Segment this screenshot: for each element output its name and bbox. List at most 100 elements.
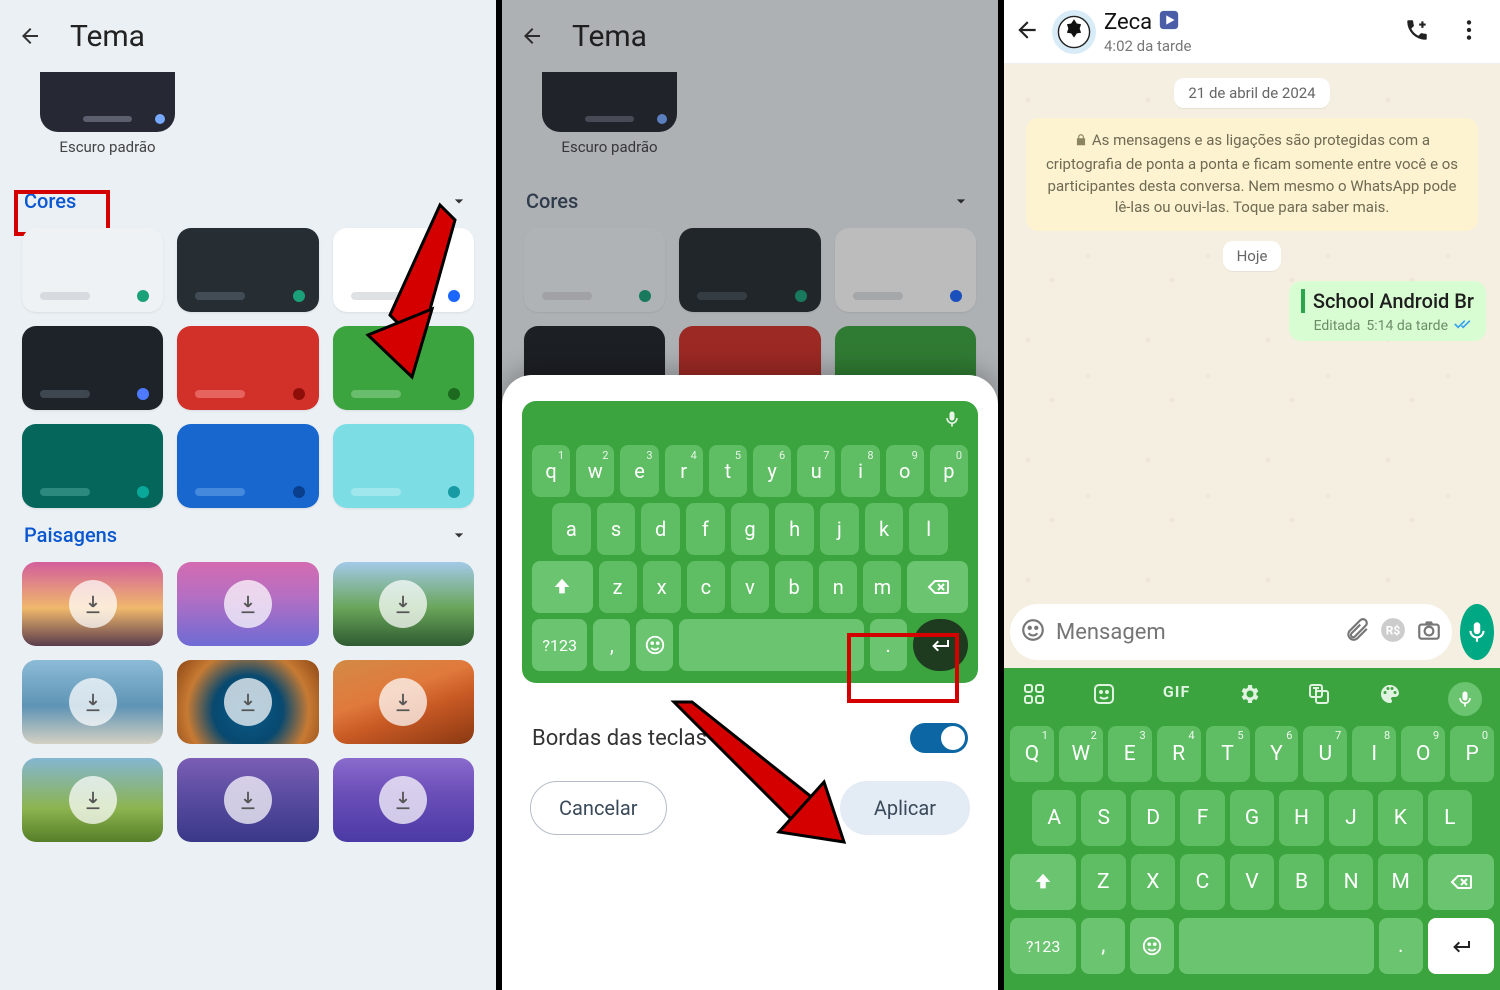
chevron-down-icon [948,188,974,214]
letter-key[interactable]: M [1378,854,1423,910]
color-swatch-cyan[interactable] [333,424,474,508]
call-add-icon[interactable] [1404,17,1430,47]
translate-icon[interactable] [1307,682,1331,716]
letter-key[interactable]: S [1081,790,1125,846]
landscape-thumb[interactable] [333,660,474,744]
gif-label[interactable]: GIF [1163,682,1190,716]
color-swatch-blue[interactable] [177,424,318,508]
payment-icon[interactable]: R$ [1380,617,1406,647]
letter-key[interactable]: P0 [1450,726,1494,782]
letter-key[interactable]: H [1279,790,1323,846]
letter-key[interactable]: B [1279,854,1324,910]
theme-preview-dark: Escuro padrão [542,72,677,156]
apply-button[interactable]: Aplicar [840,781,970,835]
avatar[interactable] [1052,10,1096,54]
letter-key[interactable]: G [1230,790,1274,846]
camera-icon[interactable] [1416,617,1442,647]
landscape-thumb[interactable] [22,660,163,744]
landscape-thumb[interactable] [333,758,474,842]
message-input[interactable] [1056,620,1334,645]
space-key[interactable] [1179,918,1373,974]
color-swatch-blueblack[interactable] [22,326,163,410]
back-icon[interactable] [18,24,42,48]
back-icon [520,24,544,48]
letter-key[interactable]: O9 [1401,726,1445,782]
letter-key: c [687,561,725,613]
letter-key[interactable]: X [1131,854,1176,910]
theme-preview-dark[interactable]: Escuro padrão [40,72,175,156]
period-key[interactable]: . [1379,918,1423,974]
section-paisagens-header[interactable]: Paisagens [0,508,496,562]
color-swatch [524,228,665,312]
palette-icon[interactable] [1378,682,1402,716]
shift-key[interactable] [1010,854,1076,910]
landscape-thumb[interactable] [22,562,163,646]
backspace-key[interactable] [1428,854,1494,910]
landscape-thumb[interactable] [22,758,163,842]
symbols-key: ?123 [532,619,587,671]
settings-icon[interactable] [1237,682,1261,716]
letter-key: s [597,503,636,555]
symbols-key[interactable]: ?123 [1010,918,1076,974]
letter-key[interactable]: L [1428,790,1472,846]
letter-key[interactable]: F [1180,790,1224,846]
chat-body: 21 de abril de 2024 As mensagens e as li… [1004,64,1500,596]
letter-key[interactable]: D [1131,790,1175,846]
mic-icon[interactable] [1448,682,1482,716]
emoji-key[interactable] [1130,918,1174,974]
letter-key[interactable]: Y6 [1255,726,1299,782]
letter-key[interactable]: V [1230,854,1275,910]
letter-key: h [775,503,814,555]
lock-icon [1074,132,1088,154]
letter-key: x [643,561,681,613]
read-ticks-icon [1454,317,1474,335]
letter-key: f [686,503,725,555]
shift-key [532,561,593,613]
landscape-thumb[interactable] [333,562,474,646]
color-swatch-teal[interactable] [22,424,163,508]
color-swatch-red[interactable] [177,326,318,410]
date-pill: 21 de abril de 2024 [1174,78,1329,108]
more-icon[interactable] [1456,17,1482,47]
mic-record-button[interactable] [1460,604,1494,660]
enter-key[interactable] [1428,918,1494,974]
sticker-icon[interactable] [1092,682,1116,716]
letter-key: b [775,561,813,613]
layout-icon[interactable] [1022,682,1046,716]
annotation-highlight [847,633,959,703]
contact-name[interactable]: Zeca [1104,9,1191,37]
letter-key[interactable]: E3 [1108,726,1152,782]
annotation-arrow-icon [674,702,854,866]
letter-key[interactable]: T5 [1206,726,1250,782]
page-title: Tema [572,19,647,54]
last-seen: 4:02 da tarde [1104,37,1191,55]
letter-key[interactable]: U7 [1303,726,1347,782]
letter-key[interactable]: R4 [1157,726,1201,782]
letter-key: z [599,561,637,613]
landscape-thumb[interactable] [177,562,318,646]
letter-key[interactable]: Q1 [1010,726,1054,782]
comma-key[interactable]: , [1081,918,1125,974]
color-swatch-light[interactable] [22,228,163,312]
emoji-icon[interactable] [1020,617,1046,647]
letter-key[interactable]: N [1329,854,1374,910]
letter-key[interactable]: Z [1081,854,1126,910]
encryption-notice[interactable]: As mensagens e as ligações são protegida… [1026,118,1477,231]
message-bubble[interactable]: School Android Br Editada 5:14 da tarde [1289,281,1486,341]
message-input-box[interactable]: R$ [1010,604,1452,660]
play-emoji-icon [1158,9,1180,37]
letter-key[interactable]: W2 [1059,726,1103,782]
letter-key: a [552,503,591,555]
letter-key[interactable]: C [1180,854,1225,910]
attach-icon[interactable] [1344,617,1370,647]
back-icon[interactable] [1010,11,1044,53]
landscape-thumb[interactable] [177,758,318,842]
key-borders-toggle[interactable] [910,723,968,753]
letter-key[interactable]: J [1329,790,1373,846]
cancel-button[interactable]: Cancelar [530,781,667,835]
letter-key[interactable]: I8 [1352,726,1396,782]
letter-key[interactable]: A [1032,790,1076,846]
letter-key[interactable]: K [1378,790,1422,846]
landscape-thumb[interactable] [177,660,318,744]
color-swatch-dark[interactable] [177,228,318,312]
